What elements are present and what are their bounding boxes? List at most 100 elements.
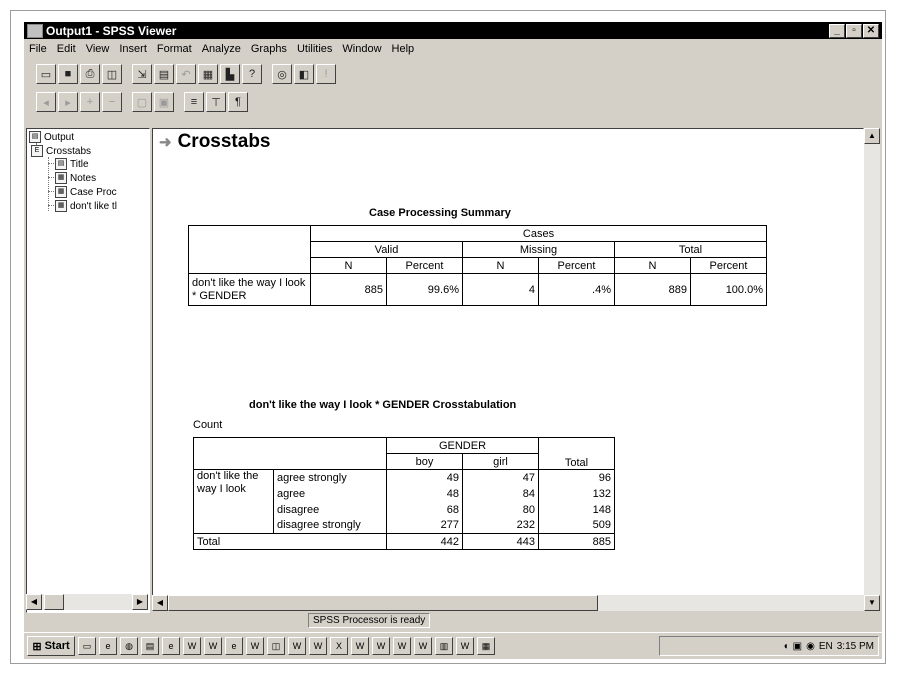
row-label: agree strongly xyxy=(273,469,387,486)
cell-value: 509 xyxy=(538,517,615,534)
scroll-left-arrow-icon[interactable]: ◀ xyxy=(26,594,42,610)
goto-data-icon[interactable]: ▦ xyxy=(198,64,218,84)
expand-icon[interactable]: + xyxy=(80,92,100,112)
chart-task-icon[interactable]: ▥ xyxy=(435,637,453,655)
menu-graphs[interactable]: Graphs xyxy=(246,43,292,55)
menu-bar: File Edit View Insert Format Analyze Gra… xyxy=(24,40,882,58)
browser-icon[interactable]: e xyxy=(99,637,117,655)
document-task-icon[interactable]: W xyxy=(246,637,264,655)
crosstabs-heading[interactable]: ➜ Crosstabs xyxy=(159,131,271,153)
menu-insert[interactable]: Insert xyxy=(114,43,152,55)
outline-root[interactable]: ▤ Output xyxy=(29,131,74,143)
scroll-right-arrow-icon[interactable]: ▶ xyxy=(132,594,148,610)
outline-pane: ▤ Output E Crosstabs ▤ Title ▦ Notes ▦ C… xyxy=(26,128,150,613)
menu-analyze[interactable]: Analyze xyxy=(197,43,246,55)
maximize-button[interactable]: ▫ xyxy=(846,24,862,38)
clock[interactable]: 3:15 PM xyxy=(837,641,874,652)
spss-app-icon xyxy=(27,23,43,38)
menu-edit[interactable]: Edit xyxy=(52,43,81,55)
spss-task-icon[interactable]: ▦ xyxy=(477,637,495,655)
document-task-icon[interactable]: W xyxy=(393,637,411,655)
row-variable-label: don't like the way I look xyxy=(193,469,274,534)
promote-icon[interactable]: ◂ xyxy=(36,92,56,112)
outline-item-crosstab[interactable]: ▦ don't like tl xyxy=(55,200,117,212)
browser-icon[interactable]: e xyxy=(162,637,180,655)
network-icon[interactable]: ▣ xyxy=(793,641,802,652)
use-sets-icon[interactable]: ◎ xyxy=(272,64,292,84)
quicklaunch-icon[interactable]: ◫ xyxy=(267,637,285,655)
total-header: Total xyxy=(614,241,767,258)
document-task-icon[interactable]: W xyxy=(372,637,390,655)
menu-window[interactable]: Window xyxy=(337,43,386,55)
open-icon[interactable]: ▭ xyxy=(36,64,56,84)
menu-view[interactable]: View xyxy=(81,43,115,55)
system-tray: ◖ ▣ ◉ EN 3:15 PM xyxy=(659,636,879,656)
scroll-thumb[interactable] xyxy=(44,594,64,610)
run-icon[interactable]: ! xyxy=(316,64,336,84)
missing-n: 4 xyxy=(462,273,539,306)
scroll-left-arrow-icon[interactable]: ◀ xyxy=(152,595,168,611)
minimize-button[interactable]: _ xyxy=(829,24,845,38)
print-icon[interactable]: ⎙ xyxy=(80,64,100,84)
cell-value: 80 xyxy=(462,501,539,518)
cell-value: 84 xyxy=(462,485,539,502)
menu-file[interactable]: File xyxy=(24,43,52,55)
row-label: agree xyxy=(273,485,387,502)
insert-title-icon[interactable]: ⊤ xyxy=(206,92,226,112)
vertical-scrollbar[interactable]: ▲ ▼ xyxy=(864,128,880,611)
show-desktop-icon[interactable]: ▭ xyxy=(78,637,96,655)
case-processing-table[interactable]: Cases Valid Missing Total N Percent N Pe… xyxy=(188,225,767,306)
content-horizontal-scrollbar[interactable]: ◀ xyxy=(152,595,864,611)
insert-heading-icon[interactable]: ≡ xyxy=(184,92,204,112)
outline-item-notes[interactable]: ▦ Notes xyxy=(55,172,96,184)
document-task-icon[interactable]: W xyxy=(456,637,474,655)
crosstab-table[interactable]: GENDER Total boy girl don't like the way… xyxy=(193,437,615,550)
insert-text-icon[interactable]: ¶ xyxy=(228,92,248,112)
document-task-icon[interactable]: W xyxy=(183,637,201,655)
menu-help[interactable]: Help xyxy=(387,43,420,55)
designate-window-icon[interactable]: ◧ xyxy=(294,64,314,84)
scroll-thumb[interactable] xyxy=(168,595,598,611)
undo-icon[interactable]: ↶ xyxy=(176,64,196,84)
browser-icon[interactable]: e xyxy=(225,637,243,655)
hide-icon[interactable]: ▣ xyxy=(154,92,174,112)
save-icon[interactable]: ■ xyxy=(58,64,78,84)
outline-item-case-processing[interactable]: ▦ Case Proc xyxy=(55,186,117,198)
tray-app-icon[interactable]: ◉ xyxy=(806,641,815,652)
menu-format[interactable]: Format xyxy=(152,43,197,55)
document-task-icon[interactable]: W xyxy=(288,637,306,655)
total-boy: 442 xyxy=(386,533,463,550)
document-task-icon[interactable]: W xyxy=(204,637,222,655)
menu-utilities[interactable]: Utilities xyxy=(292,43,337,55)
quicklaunch-icon[interactable]: ◍ xyxy=(120,637,138,655)
title-page-icon: ▤ xyxy=(55,158,67,170)
spreadsheet-task-icon[interactable]: X xyxy=(330,637,348,655)
print-preview-icon[interactable]: ◫ xyxy=(102,64,122,84)
document-task-icon[interactable]: W xyxy=(414,637,432,655)
export-icon[interactable]: ⇲ xyxy=(132,64,152,84)
window-title: Output1 - SPSS Viewer xyxy=(46,23,177,38)
show-icon[interactable]: ▢ xyxy=(132,92,152,112)
outline-horizontal-scrollbar[interactable]: ◀ ▶ xyxy=(26,594,148,610)
girl-header: girl xyxy=(462,453,539,470)
language-icon[interactable]: EN xyxy=(819,641,833,652)
goto-chart-icon[interactable]: ▙ xyxy=(220,64,240,84)
speaker-icon[interactable]: ◖ xyxy=(783,641,789,652)
collapse-icon[interactable]: − xyxy=(102,92,122,112)
document-task-icon[interactable]: W xyxy=(351,637,369,655)
document-task-icon[interactable]: W xyxy=(309,637,327,655)
cell-value: 96 xyxy=(538,469,615,486)
cell-value: 49 xyxy=(386,469,463,486)
scroll-up-arrow-icon[interactable]: ▲ xyxy=(864,128,880,144)
variables-icon[interactable]: ? xyxy=(242,64,262,84)
start-button[interactable]: ⊞ Start xyxy=(27,636,75,656)
total-percent: 100.0% xyxy=(690,273,767,306)
quicklaunch-icon[interactable]: ▤ xyxy=(141,637,159,655)
outline-item-title[interactable]: ▤ Title xyxy=(55,158,89,170)
close-button[interactable]: ✕ xyxy=(863,24,879,38)
row-label: disagree strongly xyxy=(273,517,387,534)
demote-icon[interactable]: ▸ xyxy=(58,92,78,112)
outline-crosstabs[interactable]: E Crosstabs xyxy=(31,145,91,157)
recall-dialog-icon[interactable]: ▤ xyxy=(154,64,174,84)
scroll-down-arrow-icon[interactable]: ▼ xyxy=(864,595,880,611)
